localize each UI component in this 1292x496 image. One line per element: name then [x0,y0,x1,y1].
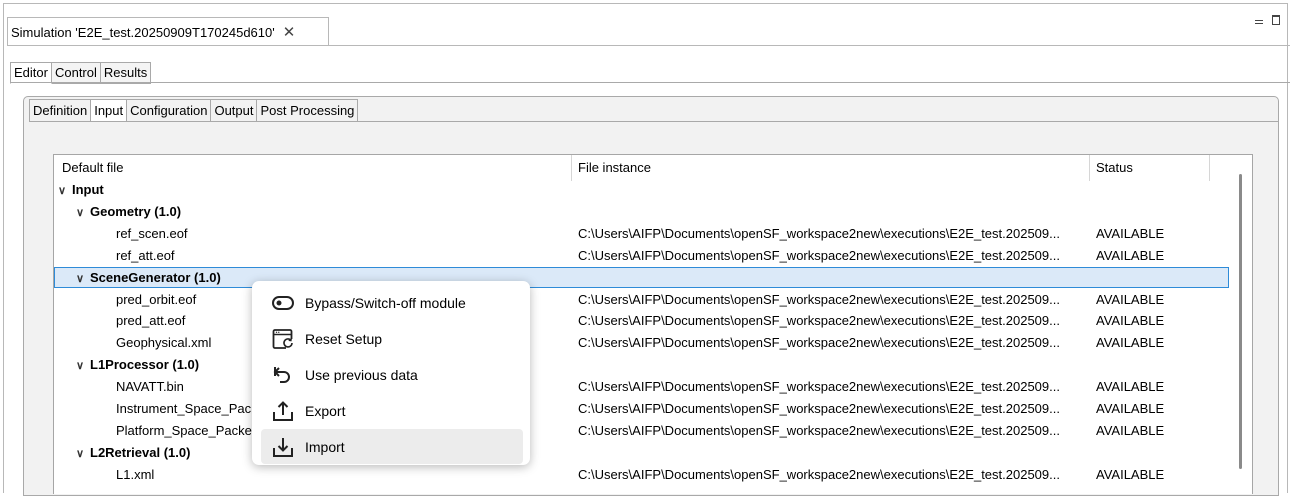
column-header-file-instance[interactable]: File instance [578,155,651,181]
outer-tab-bar: Editor Control Results [10,62,152,84]
import-icon [261,436,305,458]
default-file-name: pred_orbit.eof [116,291,197,307]
tab-definition[interactable]: Definition [29,99,92,122]
file-instance-cell: C:\Users\AIFP\Documents\openSF_workspace… [578,466,1060,482]
status-cell: AVAILABLE [1096,422,1165,438]
status-cell: AVAILABLE [1096,379,1165,395]
file-instance-cell: C:\Users\AIFP\Documents\openSF_workspace… [578,379,1060,395]
menu-item-label: Export [305,402,346,419]
tab-post-processing[interactable]: Post Processing [257,99,359,122]
chevron-down-icon[interactable]: ∨ [58,181,72,202]
table-row[interactable]: pred_att.eof C:\Users\AIFP\Documents\open… [54,310,1229,331]
tab-input[interactable]: Input [91,99,128,122]
default-file-cell: ref_att.eof [116,245,569,266]
title-divider [7,45,1290,46]
column-header-status[interactable]: Status [1096,155,1133,181]
table-row[interactable]: Instrument_Space_Pack C:\Users\AIFP\Docum… [54,398,1229,419]
chevron-down-icon[interactable]: ∨ [76,356,90,377]
simulation-editor-tab[interactable]: Simulation 'E2E_test.20250909T170245d610… [7,17,329,46]
status-cell: AVAILABLE [1096,247,1165,263]
default-file-name: Geophysical.xml [116,335,212,351]
column-divider[interactable] [1209,155,1210,181]
file-instance-cell: C:\Users\AIFP\Documents\openSF_workspace… [578,335,1060,351]
menu-item-use-previous-data[interactable]: Use previous data [261,357,523,392]
tab-results[interactable]: Results [100,62,152,84]
chevron-down-icon[interactable]: ∨ [76,269,90,290]
undo-arrow-icon [261,365,305,385]
file-instance-cell: C:\Users\AIFP\Documents\openSF_workspace… [578,313,1060,329]
default-file-name: L1.xml [116,466,155,482]
table-row[interactable]: ref_scen.eof C:\Users\AIFP\Documents\open… [54,223,1229,244]
menu-item-export[interactable]: Export [261,393,523,428]
status-cell: AVAILABLE [1096,401,1165,416]
default-file-name: L2Retrieval (1.0) [90,444,191,460]
table-row[interactable]: ref_att.eof C:\Users\AIFP\Documents\openS… [54,245,1229,266]
tab-output[interactable]: Output [211,99,258,122]
close-icon[interactable]: ✕ [283,25,296,40]
table-row[interactable]: NAVATT.bin C:\Users\AIFP\Documents\openSF… [54,376,1229,397]
column-divider[interactable] [1089,155,1090,181]
menu-item-bypass[interactable]: Bypass/Switch-off module [261,285,523,320]
status-cell: AVAILABLE [1096,313,1165,329]
status-cell: AVAILABLE [1096,291,1165,307]
file-instance-cell: C:\Users\AIFP\Documents\openSF_workspace… [578,401,1060,416]
default-file-cell: ∨ Geometry (1.0) [76,201,569,224]
inner-tab-bar: Definition Input Configuration Output Po… [29,99,359,122]
tree-group-row[interactable]: ∨ L2Retrieval (1.0) [54,442,1229,463]
tree-group-row[interactable]: ∨ L1Processor (1.0) [54,354,1229,375]
menu-item-reset-setup[interactable]: Reset Setup [261,321,523,356]
tree-group-row[interactable]: ∨ Input [54,179,1229,200]
chevron-down-icon[interactable]: ∨ [76,444,90,465]
tab-editor[interactable]: Editor [10,62,52,84]
status-cell: AVAILABLE [1096,466,1165,482]
table-row[interactable]: pred_orbit.eof C:\Users\AIFP\Documents\op… [54,289,1229,310]
minimize-icon[interactable] [1255,20,1263,24]
vertical-scrollbar[interactable] [1239,174,1242,469]
table-row[interactable]: L1.xml C:\Users\AIFP\Documents\openSF_wor… [54,464,1229,485]
tree-group-row[interactable]: ∨ SceneGenerator (1.0) [54,266,1229,290]
file-instance-cell: C:\Users\AIFP\Documents\openSF_workspace… [578,422,1060,438]
menu-item-import[interactable]: Import [261,429,523,464]
file-instance-cell: C:\Users\AIFP\Documents\openSF_workspace… [578,291,1060,307]
default-file-name: ref_scen.eof [116,225,188,241]
menu-item-label: Reset Setup [305,330,383,347]
default-file-name: Instrument_Space_Pack [116,401,258,416]
maximize-icon[interactable] [1272,15,1280,25]
simulation-tab-title: Simulation 'E2E_test.20250909T170245d610… [11,24,275,40]
tab-control[interactable]: Control [51,62,101,84]
table-header: Default file File instance Status [54,155,1252,181]
default-file-name: SceneGenerator (1.0) [90,269,221,285]
file-instance-cell: C:\Users\AIFP\Documents\openSF_workspace… [578,247,1060,263]
table-row[interactable]: Platform_Space_Packet C:\Users\AIFP\Docum… [54,420,1229,441]
column-divider[interactable] [571,155,572,181]
file-instance-cell: C:\Users\AIFP\Documents\openSF_workspace… [578,225,1060,241]
outer-tab-divider [10,82,1290,83]
menu-item-label: Bypass/Switch-off module [305,294,466,311]
column-header-default-file[interactable]: Default file [62,155,123,181]
default-file-name: ref_att.eof [116,247,175,263]
default-file-cell: L1.xml [116,464,569,485]
default-file-name: NAVATT.bin [116,379,184,395]
status-cell: AVAILABLE [1096,225,1165,241]
inner-tab-divider [29,121,1278,122]
tab-configuration[interactable]: Configuration [127,99,212,122]
menu-item-label: Import [305,438,345,455]
default-file-name: L1Processor (1.0) [90,357,200,373]
default-file-name: Input [72,182,104,197]
input-files-tree-table: Default file File instance Status ∨ Input… [53,154,1253,494]
menu-item-label: Use previous data [305,366,418,383]
context-menu: Bypass/Switch-off module Reset Setup Use… [252,281,530,465]
status-cell: AVAILABLE [1096,335,1165,351]
default-file-name: Geometry (1.0) [90,203,182,219]
chevron-down-icon[interactable]: ∨ [76,203,90,224]
export-icon [261,400,305,422]
reset-window-icon [261,328,305,350]
default-file-name: pred_att.eof [116,313,186,329]
default-file-name: Platform_Space_Packet [116,422,256,438]
tree-group-row[interactable]: ∨ Geometry (1.0) [54,201,1229,222]
default-file-cell: ref_scen.eof [116,223,569,244]
toggle-icon [261,295,305,310]
table-row[interactable]: Geophysical.xml C:\Users\AIFP\Documents\o… [54,332,1229,353]
default-file-cell: ∨ Input [58,179,569,202]
